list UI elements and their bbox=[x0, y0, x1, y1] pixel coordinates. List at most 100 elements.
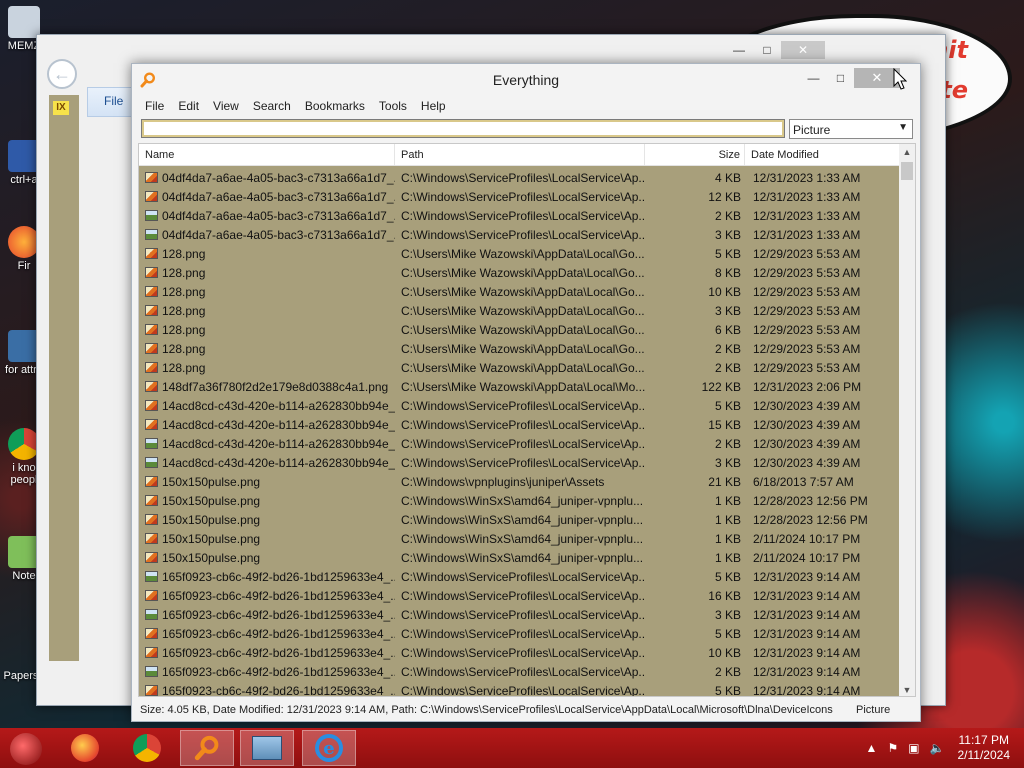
cell-size: 12 KB bbox=[708, 189, 741, 204]
table-row[interactable]: 165f0923-cb6c-49f2-bd26-1bd1259633e4_...… bbox=[139, 662, 901, 681]
file-name: 150x150pulse.png bbox=[162, 550, 261, 565]
taskbar-everything[interactable] bbox=[180, 730, 234, 766]
table-row[interactable]: 128.png C:\Users\Mike Wazowski\AppData\Lo… bbox=[139, 320, 901, 339]
volume-muted-icon[interactable]: 🔈 bbox=[930, 741, 945, 755]
picture-file-icon bbox=[145, 552, 158, 563]
table-row[interactable]: 148df7a36f780f2d2e179e8d0388c4a1.png C:\U… bbox=[139, 377, 901, 396]
cell-name: 150x150pulse.png bbox=[139, 551, 395, 565]
table-row[interactable]: 150x150pulse.png C:\Windows\WinSxS\amd64_… bbox=[139, 510, 901, 529]
picture-file-icon bbox=[145, 628, 158, 639]
cell-name: 14acd8cd-c43d-420e-b114-a262830bb94e_... bbox=[139, 437, 395, 451]
cell-size: 6 KB bbox=[714, 322, 741, 337]
menu-help[interactable]: Help bbox=[414, 96, 453, 116]
taskbar-chrome[interactable] bbox=[120, 730, 174, 766]
table-row[interactable]: 128.png C:\Users\Mike Wazowski\AppData\Lo… bbox=[139, 301, 901, 320]
column-size[interactable]: Size bbox=[645, 144, 745, 165]
cell-name: 128.png bbox=[139, 342, 395, 356]
cell-date-modified: 12/29/2023 5:53 AM bbox=[753, 246, 861, 261]
table-row[interactable]: 128.png C:\Users\Mike Wazowski\AppData\Lo… bbox=[139, 358, 901, 377]
column-path[interactable]: Path bbox=[395, 144, 645, 165]
filter-select-value: Picture bbox=[793, 123, 831, 137]
column-header: Name Path Size Date Modified bbox=[139, 144, 901, 166]
picture-file-icon bbox=[145, 590, 158, 601]
file-name: 150x150pulse.png bbox=[162, 512, 261, 527]
table-row[interactable]: 14acd8cd-c43d-420e-b114-a262830bb94e_...… bbox=[139, 453, 901, 472]
picture-file-icon bbox=[145, 400, 158, 411]
flag-icon[interactable]: ⚑ bbox=[887, 741, 898, 755]
table-row[interactable]: 04df4da7-a6ae-4a05-bac3-c7313a66a1d7_...… bbox=[139, 225, 901, 244]
network-icon[interactable]: ▣ bbox=[908, 741, 919, 755]
table-row[interactable]: 128.png C:\Users\Mike Wazowski\AppData\Lo… bbox=[139, 282, 901, 301]
filter-select[interactable]: Picture ▼ bbox=[789, 119, 913, 139]
table-row[interactable]: 128.png C:\Users\Mike Wazowski\AppData\Lo… bbox=[139, 263, 901, 282]
cell-name: 04df4da7-a6ae-4a05-bac3-c7313a66a1d7_... bbox=[139, 209, 395, 223]
table-row[interactable]: 150x150pulse.png C:\Windows\WinSxS\amd64_… bbox=[139, 529, 901, 548]
taskbar-explorer[interactable] bbox=[240, 730, 294, 766]
clock[interactable]: 11:17 PM 2/11/2024 bbox=[958, 733, 1011, 763]
maximize-icon[interactable]: □ bbox=[753, 41, 781, 59]
menu-bookmarks[interactable]: Bookmarks bbox=[298, 96, 372, 116]
system-tray: ▲ ⚑ ▣ 🔈 11:17 PM 2/11/2024 bbox=[861, 728, 1024, 768]
table-row[interactable]: 165f0923-cb6c-49f2-bd26-1bd1259633e4_...… bbox=[139, 567, 901, 586]
picture-file-icon bbox=[145, 533, 158, 544]
cell-date-modified: 12/29/2023 5:53 AM bbox=[753, 303, 861, 318]
cell-date-modified: 12/31/2023 9:14 AM bbox=[753, 664, 861, 679]
vertical-scrollbar[interactable]: ▲ ▼ bbox=[899, 144, 915, 696]
taskbar-internet-explorer[interactable]: e bbox=[302, 730, 356, 766]
start-button[interactable] bbox=[10, 733, 42, 765]
minimize-icon[interactable]: — bbox=[725, 41, 753, 59]
table-row[interactable]: 165f0923-cb6c-49f2-bd26-1bd1259633e4_...… bbox=[139, 681, 901, 697]
close-icon[interactable]: ✕ bbox=[781, 41, 825, 59]
cell-path: C:\Windows\ServiceProfiles\LocalService\… bbox=[401, 683, 645, 697]
table-row[interactable]: 165f0923-cb6c-49f2-bd26-1bd1259633e4_...… bbox=[139, 605, 901, 624]
menu-view[interactable]: View bbox=[206, 96, 246, 116]
cell-date-modified: 6/18/2013 7:57 AM bbox=[753, 474, 854, 489]
cell-name: 150x150pulse.png bbox=[139, 513, 395, 527]
table-row[interactable]: 128.png C:\Users\Mike Wazowski\AppData\Lo… bbox=[139, 244, 901, 263]
table-row[interactable]: 04df4da7-a6ae-4a05-bac3-c7313a66a1d7_...… bbox=[139, 187, 901, 206]
table-row[interactable]: 150x150pulse.png C:\Windows\WinSxS\amd64_… bbox=[139, 491, 901, 510]
table-row[interactable]: 165f0923-cb6c-49f2-bd26-1bd1259633e4_...… bbox=[139, 643, 901, 662]
table-row[interactable]: 150x150pulse.png C:\Windows\WinSxS\amd64_… bbox=[139, 548, 901, 567]
table-row[interactable]: 150x150pulse.png C:\Windows\vpnplugins\ju… bbox=[139, 472, 901, 491]
table-row[interactable]: 14acd8cd-c43d-420e-b114-a262830bb94e_...… bbox=[139, 434, 901, 453]
title-bar[interactable]: Everything — □ ✕ bbox=[132, 64, 920, 94]
maximize-button[interactable]: □ bbox=[827, 68, 854, 88]
back-arrow-icon[interactable]: ← bbox=[47, 59, 77, 89]
table-row[interactable]: 04df4da7-a6ae-4a05-bac3-c7313a66a1d7_...… bbox=[139, 206, 901, 225]
cell-date-modified: 12/31/2023 1:33 AM bbox=[753, 189, 861, 204]
scroll-up-icon[interactable]: ▲ bbox=[899, 144, 915, 160]
cell-path: C:\Windows\ServiceProfiles\LocalService\… bbox=[401, 436, 645, 451]
menu-edit[interactable]: Edit bbox=[171, 96, 206, 116]
table-row[interactable]: 128.png C:\Users\Mike Wazowski\AppData\Lo… bbox=[139, 339, 901, 358]
search-input[interactable] bbox=[141, 119, 785, 138]
cell-size: 5 KB bbox=[714, 626, 741, 641]
table-row[interactable]: 165f0923-cb6c-49f2-bd26-1bd1259633e4_...… bbox=[139, 586, 901, 605]
scroll-thumb[interactable] bbox=[901, 162, 913, 180]
table-row[interactable]: 165f0923-cb6c-49f2-bd26-1bd1259633e4_...… bbox=[139, 624, 901, 643]
menu-search[interactable]: Search bbox=[246, 96, 298, 116]
menu-file[interactable]: File bbox=[138, 96, 171, 116]
results-list[interactable]: Name Path Size Date Modified 04df4da7-a6… bbox=[138, 143, 916, 697]
cell-size: 8 KB bbox=[714, 265, 741, 280]
table-row[interactable]: 14acd8cd-c43d-420e-b114-a262830bb94e_...… bbox=[139, 396, 901, 415]
cell-name: 128.png bbox=[139, 361, 395, 375]
everything-window[interactable]: Everything — □ ✕ File Edit View Search B… bbox=[131, 63, 921, 722]
table-row[interactable]: 14acd8cd-c43d-420e-b114-a262830bb94e_...… bbox=[139, 415, 901, 434]
file-name: 04df4da7-a6ae-4a05-bac3-c7313a66a1d7_... bbox=[162, 189, 395, 204]
chevron-up-icon[interactable]: ▲ bbox=[866, 741, 878, 755]
image-file-icon bbox=[145, 210, 158, 221]
minimize-button[interactable]: — bbox=[800, 68, 827, 88]
column-name[interactable]: Name bbox=[139, 144, 395, 165]
column-date-modified[interactable]: Date Modified bbox=[745, 144, 901, 165]
picture-file-icon bbox=[145, 514, 158, 525]
cell-size: 5 KB bbox=[714, 398, 741, 413]
scroll-down-icon[interactable]: ▼ bbox=[899, 682, 915, 696]
table-row[interactable]: 04df4da7-a6ae-4a05-bac3-c7313a66a1d7_...… bbox=[139, 168, 901, 187]
cell-path: C:\Windows\ServiceProfiles\LocalService\… bbox=[401, 189, 645, 204]
file-name: 04df4da7-a6ae-4a05-bac3-c7313a66a1d7_... bbox=[162, 208, 395, 223]
cell-date-modified: 12/28/2023 12:56 PM bbox=[753, 493, 868, 508]
menu-tools[interactable]: Tools bbox=[372, 96, 414, 116]
taskbar-firefox[interactable] bbox=[58, 730, 112, 766]
image-file-icon bbox=[145, 666, 158, 677]
